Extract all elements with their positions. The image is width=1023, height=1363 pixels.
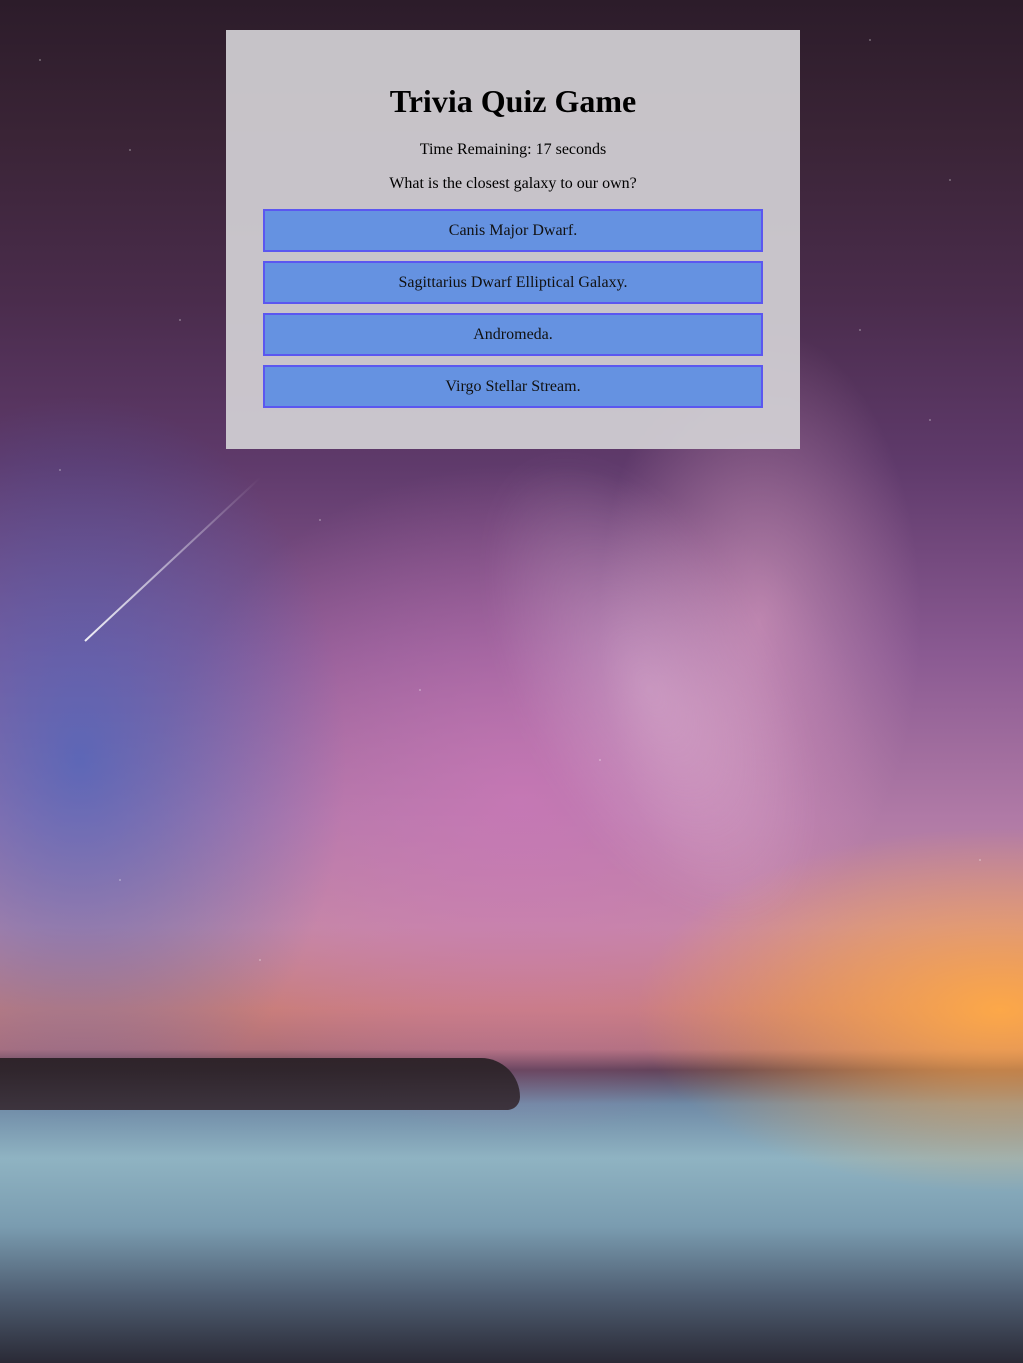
question-text: What is the closest galaxy to our own? (389, 175, 637, 192)
quiz-card: Trivia Quiz Game Time Remaining: 17 seco… (226, 30, 800, 449)
answer-button-3[interactable]: Andromeda. (263, 313, 763, 356)
answer-button-1[interactable]: Canis Major Dwarf. (263, 209, 763, 252)
timer-text: Time Remaining: 17 seconds (419, 141, 607, 158)
page-title: Trivia Quiz Game (389, 83, 637, 119)
shoreline-rocks (0, 1058, 520, 1110)
answer-list: Canis Major Dwarf. Sagittarius Dwarf Ell… (263, 209, 763, 417)
answer-button-2[interactable]: Sagittarius Dwarf Elliptical Galaxy. (263, 261, 763, 304)
answer-button-4[interactable]: Virgo Stellar Stream. (263, 365, 763, 408)
